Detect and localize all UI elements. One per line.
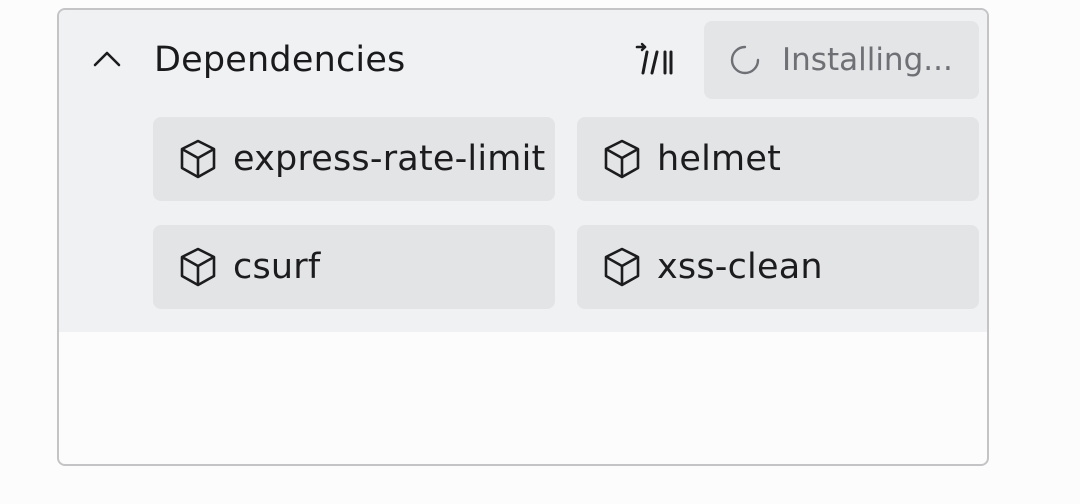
package-icon bbox=[177, 138, 219, 180]
package-name: xss-clean bbox=[657, 247, 823, 287]
loading-spinner-icon bbox=[728, 43, 762, 77]
package-chip[interactable]: helmet bbox=[577, 117, 979, 201]
list-action-button[interactable] bbox=[635, 42, 675, 78]
dependencies-section: Dependencies Installing... express-rate-… bbox=[59, 10, 987, 332]
package-icon bbox=[601, 246, 643, 288]
package-list: express-rate-limit helmet csurf xss-clea… bbox=[153, 117, 979, 309]
package-icon bbox=[177, 246, 219, 288]
collapse-button[interactable] bbox=[87, 40, 127, 80]
list-sparkle-icon bbox=[635, 42, 673, 75]
installing-status-button: Installing... bbox=[704, 21, 979, 99]
status-label: Installing... bbox=[782, 42, 953, 78]
package-chip[interactable]: csurf bbox=[153, 225, 555, 309]
package-chip[interactable]: express-rate-limit bbox=[153, 117, 555, 201]
package-name: helmet bbox=[657, 139, 781, 179]
section-title: Dependencies bbox=[154, 40, 406, 80]
chevron-up-icon bbox=[93, 51, 121, 67]
package-icon bbox=[601, 138, 643, 180]
package-name: express-rate-limit bbox=[233, 139, 546, 179]
dependencies-panel: Dependencies Installing... express-rate-… bbox=[57, 8, 989, 466]
package-chip[interactable]: xss-clean bbox=[577, 225, 979, 309]
package-name: csurf bbox=[233, 247, 321, 287]
